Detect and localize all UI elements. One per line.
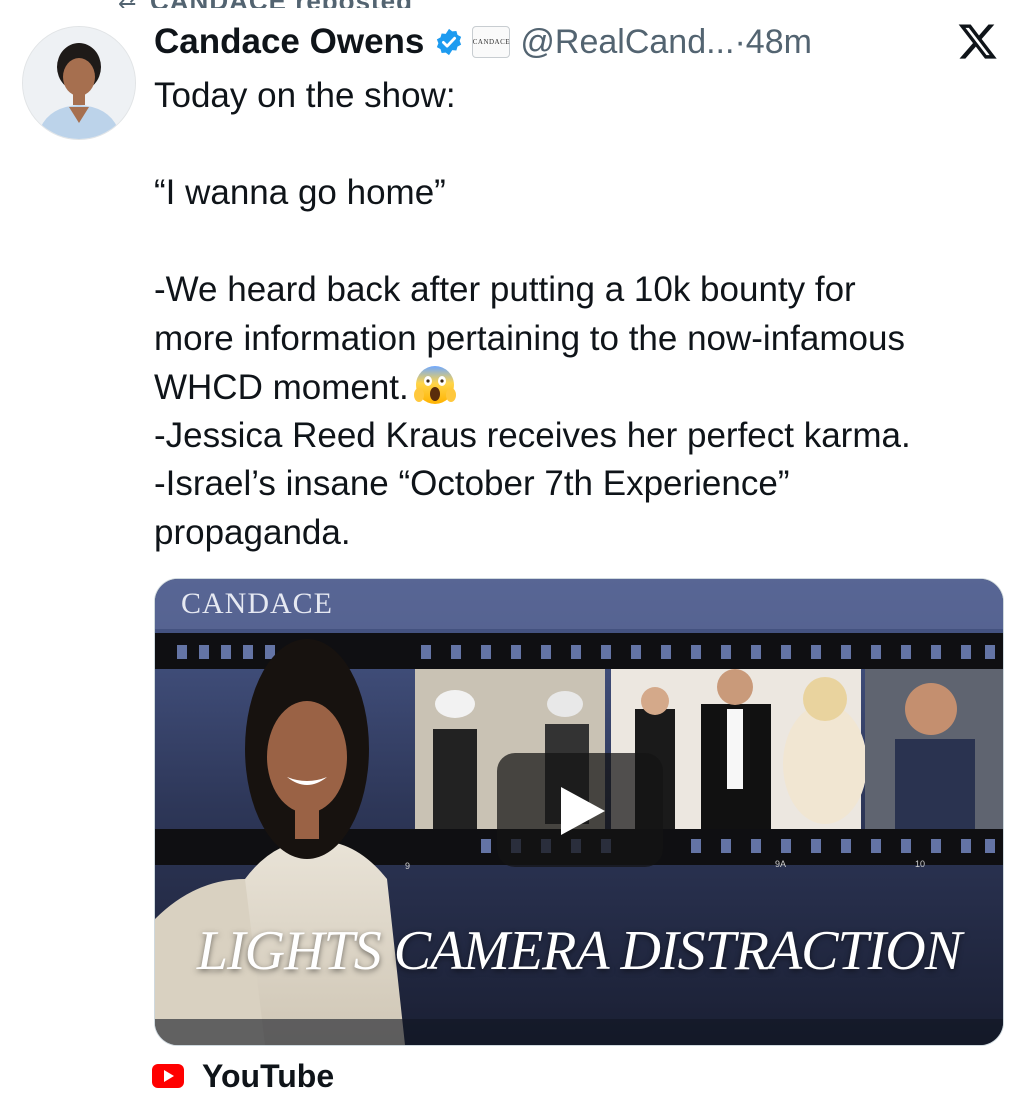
thumbnail-title: LIGHTS CAMERA DISTRACTION: [196, 920, 962, 982]
film-frame-label: 10: [915, 859, 925, 869]
tweet-text-line: “I wanna go home”: [154, 173, 446, 212]
youtube-icon: [152, 1064, 184, 1088]
source-label: YouTube: [202, 1057, 335, 1094]
tweet-text: Today on the show: “I wanna go home” -We…: [154, 72, 1014, 557]
thumbnail-brand-text: CANDACE: [181, 587, 334, 620]
avatar-image: [23, 27, 135, 139]
play-icon: [561, 787, 605, 835]
author-name[interactable]: Candace Owens: [154, 22, 424, 62]
play-button[interactable]: [497, 753, 663, 867]
screaming-face-emoji: [413, 366, 456, 404]
repost-indicator: ⇄ CANDACE reposted: [0, 0, 1024, 8]
video-card[interactable]: 9 9A 10 CANDACE LIGHTS CAMERA DISTRACTIO…: [154, 578, 1004, 1046]
tweet-text-line: [154, 218, 1014, 267]
tweet-text-line: -We heard back after putting a 10k bount…: [154, 270, 856, 309]
tweet-text-line: [154, 121, 1014, 170]
link-source[interactable]: YouTube: [152, 1056, 334, 1096]
x-logo-icon[interactable]: [957, 22, 997, 62]
post-time[interactable]: 48m: [746, 23, 812, 62]
tweet-text-line: more information pertaining to the now-i…: [154, 318, 905, 358]
tweet-text-line: -Israel’s insane “October 7th Experience…: [154, 464, 790, 503]
tweet-text-line: WHCD moment.: [154, 368, 409, 407]
repost-label: CANDACE reposted: [150, 0, 413, 8]
film-frame-label: 9: [405, 861, 410, 871]
tweet-header: Candace Owens CANDACE @RealCand... · 48m: [154, 20, 812, 64]
tweet-text-line: propaganda.: [154, 512, 351, 552]
avatar[interactable]: [22, 26, 136, 140]
author-handle[interactable]: @RealCand...: [520, 23, 734, 62]
verified-badge-icon[interactable]: [434, 27, 464, 57]
affiliate-badge[interactable]: CANDACE: [472, 26, 511, 58]
repost-icon: ⇄: [118, 0, 136, 8]
tweet-text-line: -Jessica Reed Kraus receives her perfect…: [154, 415, 911, 455]
film-frame-label: 9A: [775, 859, 786, 869]
time-separator: ·: [734, 22, 746, 61]
tweet-text-line-with-emoji: WHCD moment.: [154, 363, 1014, 412]
tweet-text-line: Today on the show:: [154, 76, 456, 115]
